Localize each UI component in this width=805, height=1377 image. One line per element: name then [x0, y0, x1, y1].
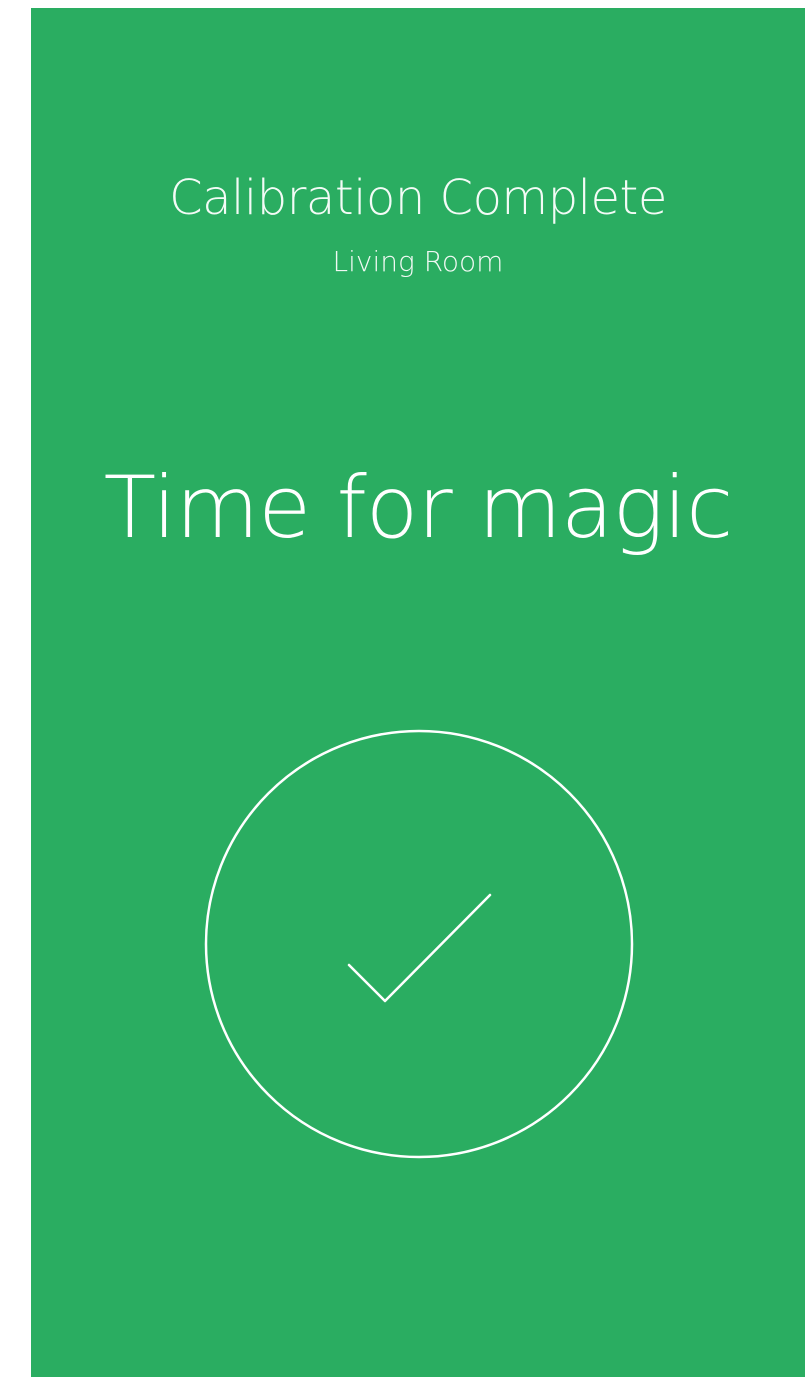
headline: Time for magic — [103, 458, 734, 558]
check-circle-icon — [204, 729, 634, 1159]
circle-outline — [204, 729, 634, 1159]
check-circle-svg — [204, 729, 634, 1159]
page-title: Calibration Complete — [169, 170, 667, 226]
room-name: Living Room — [332, 245, 504, 278]
calibration-complete-screen: Calibration Complete Living Room Time fo… — [31, 8, 805, 1377]
checkmark-icon — [347, 893, 492, 1003]
